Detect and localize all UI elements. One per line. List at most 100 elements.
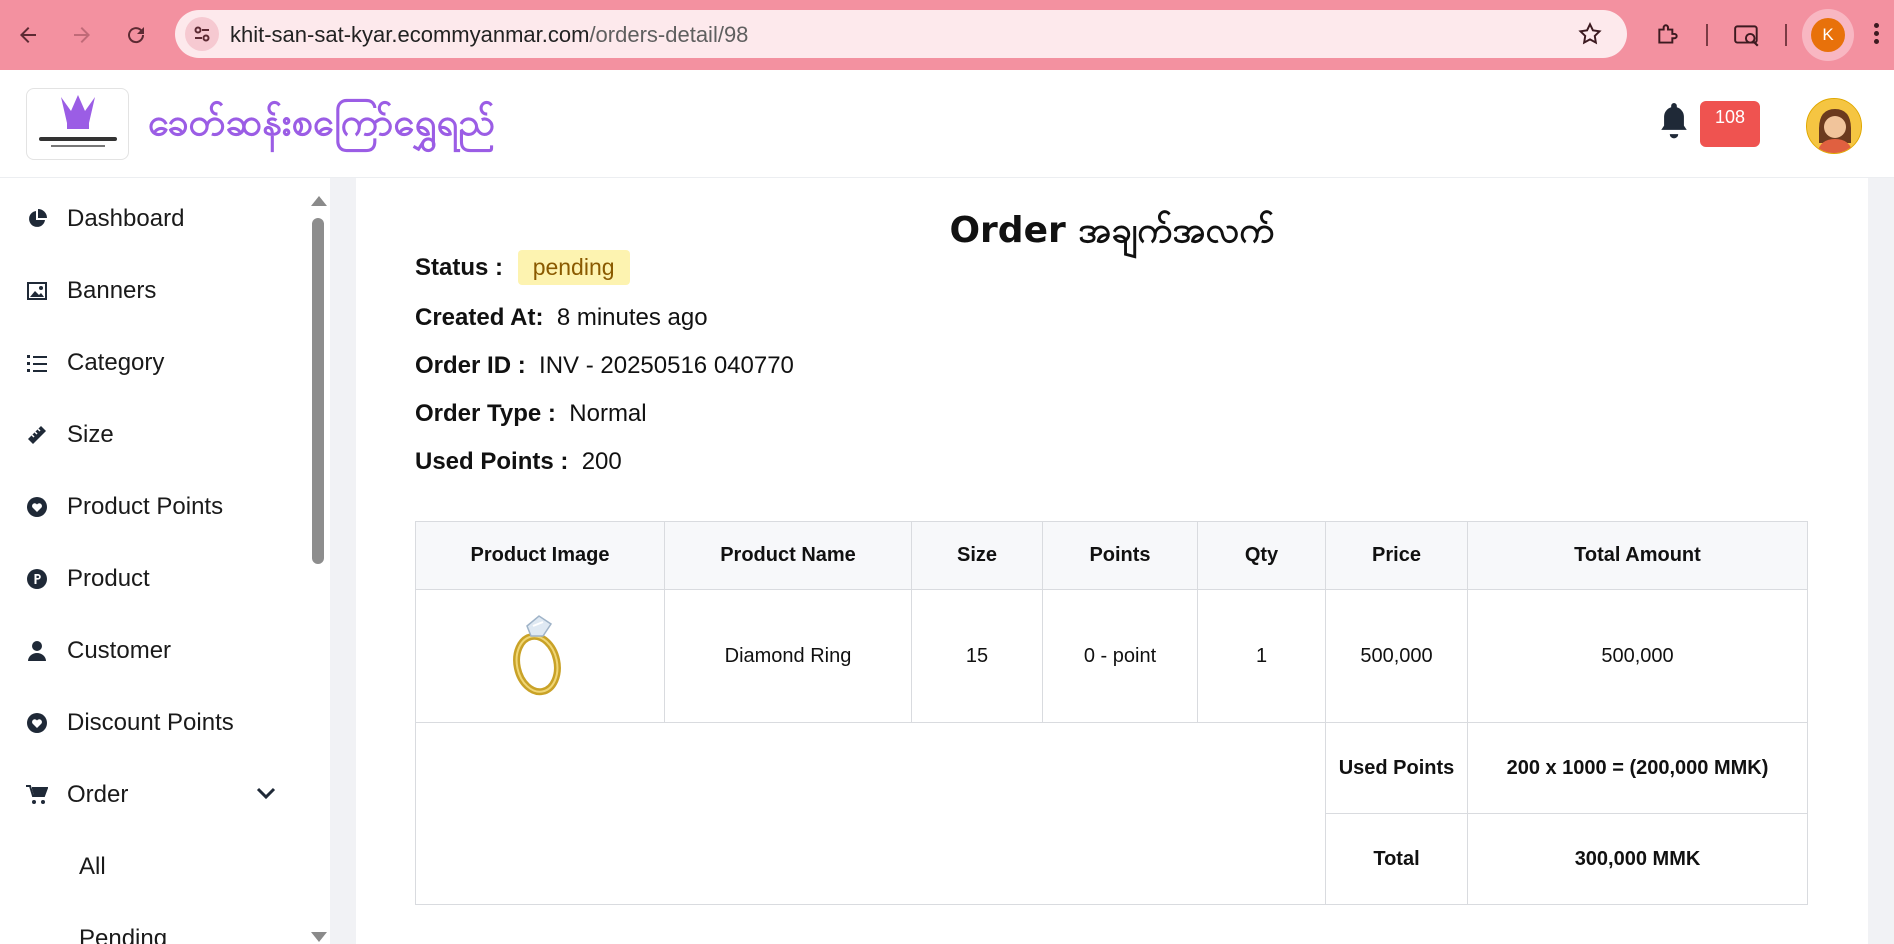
total-amount-cell: 500,000 xyxy=(1467,589,1808,723)
url-domain: khit-san-sat-kyar.ecommyanmar.com xyxy=(230,22,590,47)
created-label: Created At: xyxy=(415,304,544,331)
brand-name: ခေတ်ဆန်းစကြော်ရွှေရည် xyxy=(148,100,496,144)
column-header: Size xyxy=(911,521,1043,590)
address-bar[interactable]: khit-san-sat-kyar.ecommyanmar.com/orders… xyxy=(175,10,1627,58)
sidebar-item-label: Banners xyxy=(67,277,157,304)
scroll-up-arrow-icon[interactable] xyxy=(311,196,327,206)
table-row: Diamond Ring 15 0 - point 1 500,000 500,… xyxy=(415,589,1808,723)
table-header-row: Product Image Product Name Size Points Q… xyxy=(415,521,1808,590)
column-header: Total Amount xyxy=(1467,521,1808,590)
column-header: Product Name xyxy=(664,521,912,590)
url-path: /orders-detail/98 xyxy=(589,22,749,47)
browser-toolbar: khit-san-sat-kyar.ecommyanmar.com/orders… xyxy=(0,0,1894,70)
summary-value: 200 x 1000 = (200,000 MMK) xyxy=(1467,722,1808,814)
bookmark-button[interactable] xyxy=(1577,21,1603,52)
diamond-ring-image xyxy=(513,615,561,696)
sidebar: Dashboard Banners Category Size Product … xyxy=(0,178,330,944)
arrow-right-icon xyxy=(74,27,90,43)
order-id-row: Order ID : INV - 20250516 040770 xyxy=(415,352,794,380)
order-type-row: Order Type : Normal xyxy=(415,400,647,428)
summary-label: Total xyxy=(1325,813,1468,905)
sidebar-subitem-label: All xyxy=(79,853,106,880)
used-points-row: Used Points : 200 xyxy=(415,448,622,476)
sidebar-item-dashboard[interactable]: Dashboard xyxy=(0,194,300,244)
notification-count-badge: 108 xyxy=(1700,101,1760,147)
sidebar-item-label: Size xyxy=(67,421,114,448)
back-button[interactable] xyxy=(10,17,46,53)
sidebar-item-label: Customer xyxy=(67,637,172,664)
order-created-row: Created At: 8 minutes ago xyxy=(415,304,708,332)
cart-icon xyxy=(26,784,48,806)
extensions-button[interactable] xyxy=(1650,17,1686,53)
chevron-down-icon xyxy=(256,786,276,805)
notifications-button[interactable] xyxy=(1657,100,1691,145)
sidebar-item-banners[interactable]: Banners xyxy=(0,266,300,316)
pie-chart-icon xyxy=(26,208,48,230)
sidebar-item-label: Product Points xyxy=(67,493,224,520)
person-avatar-icon xyxy=(1807,99,1861,153)
sidebar-subitem-all[interactable]: All xyxy=(0,842,300,892)
bell-icon xyxy=(1661,103,1687,139)
heart-badge-icon xyxy=(26,496,48,518)
scrollbar-thumb[interactable] xyxy=(312,218,324,564)
sidebar-item-label: Product xyxy=(67,565,150,592)
points-cell: 0 - point xyxy=(1042,589,1198,723)
heart-badge-icon xyxy=(26,712,48,734)
screen-search-icon xyxy=(1734,25,1759,47)
crown-logo-icon xyxy=(61,95,95,129)
order-items-table: Product Image Product Name Size Points Q… xyxy=(415,521,1808,905)
site-info-button[interactable] xyxy=(185,17,219,51)
column-header: Price xyxy=(1325,521,1468,590)
tab-search-button[interactable] xyxy=(1729,17,1765,53)
sidebar-item-order[interactable]: Order xyxy=(0,770,300,820)
order-type-value: Normal xyxy=(569,400,647,427)
sidebar-item-size[interactable]: Size xyxy=(0,410,300,460)
qty-cell: 1 xyxy=(1197,589,1326,723)
forward-button[interactable] xyxy=(64,17,100,53)
arrow-left-icon xyxy=(20,27,36,43)
product-image-cell xyxy=(415,589,665,723)
sidebar-item-discount-points[interactable]: Discount Points xyxy=(0,698,300,748)
status-badge: pending xyxy=(517,250,630,285)
column-header: Product Image xyxy=(415,521,665,590)
created-value: 8 minutes ago xyxy=(556,304,708,331)
column-header: Qty xyxy=(1197,521,1326,590)
sidebar-item-label: Order xyxy=(67,781,129,808)
product-name-cell: Diamond Ring xyxy=(664,589,912,723)
price-cell: 500,000 xyxy=(1325,589,1468,723)
order-id-label: Order ID : xyxy=(415,352,526,379)
sidebar-item-label: Discount Points xyxy=(67,709,234,736)
p-circle-icon xyxy=(26,568,48,590)
toolbar-divider xyxy=(1706,24,1708,46)
size-cell: 15 xyxy=(911,589,1043,723)
reload-button[interactable] xyxy=(118,17,154,53)
order-type-label: Order Type : xyxy=(415,400,556,427)
logo-text xyxy=(39,137,117,141)
user-avatar[interactable] xyxy=(1806,98,1862,154)
reload-icon xyxy=(128,27,145,44)
store-logo[interactable] xyxy=(26,88,129,160)
column-header: Points xyxy=(1042,521,1198,590)
tune-icon xyxy=(194,26,210,42)
summary-spacer xyxy=(415,722,1326,905)
sidebar-item-product[interactable]: Product xyxy=(0,554,300,604)
sidebar-item-label: Dashboard xyxy=(67,205,185,232)
sidebar-item-product-points[interactable]: Product Points xyxy=(0,482,300,532)
star-icon xyxy=(1578,22,1602,45)
app-header: ခေတ်ဆန်းစကြော်ရွှေရည် 108 xyxy=(0,70,1894,178)
logo-subtext xyxy=(51,145,105,147)
scroll-down-arrow-icon[interactable] xyxy=(311,932,327,942)
browser-menu-button[interactable] xyxy=(1866,20,1886,50)
sidebar-subitem-pending[interactable]: Pending xyxy=(0,914,300,944)
sidebar-item-label: Category xyxy=(67,349,165,376)
profile-button[interactable]: K xyxy=(1811,18,1845,52)
sidebar-subitem-label: Pending xyxy=(79,925,168,944)
status-label: Status : xyxy=(415,254,504,281)
sidebar-item-category[interactable]: Category xyxy=(0,338,300,388)
order-status-row: Status : pending xyxy=(415,250,630,285)
summary-row-used-points: Used Points 200 x 1000 = (200,000 MMK) xyxy=(415,722,1808,905)
sidebar-item-customer[interactable]: Customer xyxy=(0,626,300,676)
order-id-value: INV - 20250516 040770 xyxy=(539,352,794,379)
image-icon xyxy=(26,280,48,302)
order-detail-card: Order အချက်အလက် Status : pending Created… xyxy=(356,178,1868,944)
